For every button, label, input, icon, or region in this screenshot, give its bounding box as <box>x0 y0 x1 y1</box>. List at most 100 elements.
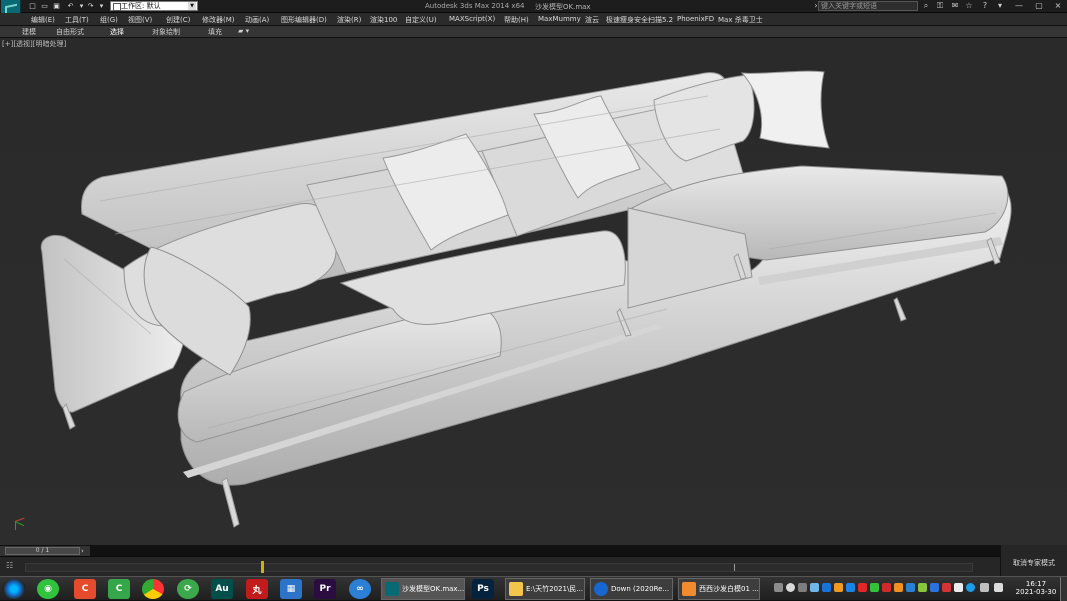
taskbar-download-button[interactable]: Down (2020Re... <box>590 578 673 600</box>
show-desktop-button[interactable] <box>1060 577 1067 601</box>
tab-modeling[interactable]: 建模 <box>22 27 36 37</box>
time-cursor[interactable] <box>261 561 264 573</box>
menu-animation[interactable]: 动画(A) <box>245 15 269 25</box>
binoculars-icon[interactable]: ⌕ <box>921 1 931 11</box>
save-icon[interactable]: ▣ <box>52 2 61 10</box>
redo-dropdown-icon[interactable]: ▾ <box>97 2 106 10</box>
search-input[interactable]: 键入关键字或短语 <box>818 1 918 11</box>
taskbar-button-label: 西西沙发白模01 ... <box>699 585 759 593</box>
app-c-red-icon[interactable]: C <box>74 579 96 599</box>
help-icon[interactable]: ? <box>980 1 990 11</box>
taskbar-folder-button[interactable]: E:\天竹2021\民... <box>505 578 585 600</box>
battery-icon[interactable] <box>954 583 963 592</box>
perspective-viewport[interactable]: [+][透视][明暗处理] <box>0 38 1067 545</box>
undo-icon[interactable]: ↶ <box>66 2 75 10</box>
ribbon-toggle-icon[interactable]: ▰ ▾ <box>238 27 249 35</box>
cancel-expert-mode-button[interactable]: 取消专家模式 <box>1013 558 1055 568</box>
workspace-dropdown[interactable]: 工作区: 默认 ▼ <box>110 1 198 11</box>
next-frame-icon[interactable]: › <box>81 547 84 555</box>
maximize-button[interactable]: ▢ <box>1030 1 1048 11</box>
bluetooth-icon[interactable] <box>966 583 975 592</box>
qq-icon[interactable] <box>846 583 855 592</box>
antivirus-icon[interactable] <box>858 583 867 592</box>
menu-modifiers[interactable]: 修改器(M) <box>202 15 235 25</box>
title-bar: □ ▭ ▣ ↶ ▾ ↷ ▾ 工作区: 默认 ▼ Autodesk 3ds Max … <box>0 0 1067 26</box>
tab-freeform[interactable]: 自由形式 <box>56 27 84 37</box>
menu-edit[interactable]: 编辑(E) <box>31 15 55 25</box>
menu-graph-editors[interactable]: 图形编辑器(D) <box>281 15 327 25</box>
green-app-icon[interactable]: ⟳ <box>177 579 199 599</box>
cloud-icon[interactable] <box>810 583 819 592</box>
sofa-model[interactable] <box>0 38 1067 545</box>
menu-help[interactable]: 帮助(H) <box>504 15 529 25</box>
track-bar[interactable] <box>25 563 973 572</box>
input-method-icon[interactable] <box>930 583 939 592</box>
taskbar-image-viewer-button[interactable]: 西西沙发白模01 ... <box>678 578 760 600</box>
taskbar-button-label: E:\天竹2021\民... <box>526 585 583 593</box>
time-slider[interactable]: 0 / 1 › <box>0 545 90 556</box>
menu-customize[interactable]: 自定义(U) <box>405 15 437 25</box>
status-panel: 取消专家模式 <box>1000 545 1067 576</box>
timeline[interactable]: ☷ <box>0 556 1000 576</box>
photoshop-icon[interactable]: Ps <box>472 579 494 599</box>
undo-dropdown-icon[interactable]: ▾ <box>77 2 86 10</box>
menu-rendering[interactable]: 渲染(R) <box>337 15 361 25</box>
tray-status-icon[interactable] <box>786 583 795 592</box>
trackbar-icon[interactable]: ☷ <box>6 561 18 571</box>
chrome-icon[interactable] <box>142 579 164 599</box>
wechat-icon[interactable]: ◉ <box>37 579 59 599</box>
blue-tray-icon[interactable] <box>906 583 915 592</box>
network-app-icon[interactable] <box>822 583 831 592</box>
menu-tools[interactable]: 工具(T) <box>65 15 89 25</box>
wechat-tray-icon[interactable] <box>870 583 879 592</box>
chevron-down-icon: ▼ <box>188 2 196 10</box>
clock-date: 2021-03-30 <box>1015 588 1057 596</box>
baidu-netdisk-icon[interactable]: ∞ <box>349 579 371 599</box>
keyboard-icon[interactable] <box>774 583 783 592</box>
orange-tray-icon[interactable] <box>894 583 903 592</box>
tray-app-icon[interactable] <box>942 583 951 592</box>
volume-icon[interactable] <box>994 583 1003 592</box>
favorites-icon[interactable]: ☆ <box>964 1 974 11</box>
clock-time: 16:17 <box>1025 580 1047 588</box>
file-name: 沙发模型OK.max <box>535 3 591 11</box>
menu-view[interactable]: 视图(V) <box>128 15 152 25</box>
communication-icon[interactable]: ✉ <box>950 1 960 11</box>
sync-icon[interactable] <box>834 583 843 592</box>
tab-object-paint[interactable]: 对象绘制 <box>152 27 180 37</box>
premiere-icon[interactable]: Pr <box>314 579 336 599</box>
close-button[interactable]: × <box>1049 1 1067 11</box>
taskbar-3dsmax-button[interactable]: 沙发模型OK.max... <box>381 578 465 600</box>
alert-tray-icon[interactable] <box>882 583 891 592</box>
workspace-label: 工作区: 默认 <box>121 2 161 10</box>
minimize-button[interactable]: — <box>1010 1 1028 11</box>
red-app-icon[interactable]: 丸 <box>246 579 268 599</box>
frame-counter[interactable]: 0 / 1 <box>5 547 80 555</box>
menu-create[interactable]: 创建(C) <box>166 15 190 25</box>
help-dropdown-icon[interactable]: ▾ <box>995 1 1005 11</box>
tab-populate[interactable]: 填充 <box>208 27 222 37</box>
windows-start-icon[interactable] <box>2 579 26 599</box>
ribbon-tabs: 建模 自由形式 选择 对象绘制 填充 ▰ ▾ <box>0 26 1067 38</box>
network-icon[interactable] <box>980 583 989 592</box>
open-icon[interactable]: ▭ <box>40 2 49 10</box>
taskbar-button-label: Down (2020Re... <box>611 585 670 593</box>
redo-icon[interactable]: ↷ <box>86 2 95 10</box>
app-c-green-icon[interactable]: C <box>108 579 130 599</box>
calculator-icon[interactable]: ▦ <box>280 579 302 599</box>
audition-icon[interactable]: Au <box>211 579 233 599</box>
nvidia-icon[interactable] <box>918 583 927 592</box>
tab-selection[interactable]: 选择 <box>110 27 124 37</box>
shield-icon[interactable] <box>798 583 807 592</box>
menu-phoenixfd[interactable]: PhoenixFD <box>677 15 714 23</box>
menu-render100[interactable]: 渲染100 <box>370 15 397 25</box>
menu-maxmummy[interactable]: MaxMummy <box>538 15 581 23</box>
new-file-icon[interactable]: □ <box>28 2 37 10</box>
menu-max-antivirus[interactable]: Max 杀毒卫士 <box>718 15 763 25</box>
menu-group[interactable]: 组(G) <box>100 15 118 25</box>
menu-fast-slim[interactable]: 极速瘦身安全扫描5.2 <box>606 15 673 25</box>
key-icon[interactable]: ⚿ <box>935 1 945 11</box>
menu-xuanyun[interactable]: 渲云 <box>585 15 599 25</box>
system-clock[interactable]: 16:17 2021-03-30 <box>1015 580 1057 598</box>
menu-maxscript[interactable]: MAXScript(X) <box>449 15 495 23</box>
